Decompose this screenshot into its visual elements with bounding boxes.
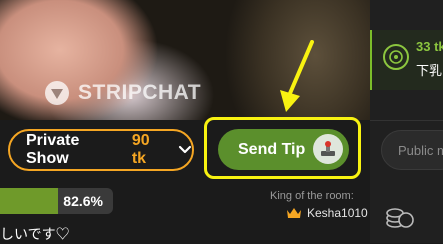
watermark-text: STRIPCHAT: [78, 81, 202, 104]
public-message-input[interactable]: Public m: [381, 130, 443, 170]
target-icon: [383, 44, 409, 70]
send-tip-button[interactable]: Send Tip: [218, 129, 349, 170]
send-tip-label: Send Tip: [238, 140, 306, 158]
chat-message: しいです♡: [0, 226, 70, 242]
stripchat-watermark: STRIPCHAT: [44, 80, 201, 106]
tip-notification: 33 tk 下乳: [370, 30, 443, 90]
tip-menu-icon[interactable]: [313, 134, 343, 164]
private-show-button[interactable]: Private Show 90 tk: [8, 129, 194, 171]
tip-message: 下乳: [416, 63, 443, 78]
private-show-label: Private Show: [26, 132, 80, 167]
king-of-room[interactable]: Kesha1010: [286, 206, 368, 220]
panel-divider: [370, 120, 443, 121]
goal-progress-fill: [0, 188, 58, 214]
goal-progress-percent: 82.6%: [63, 193, 103, 209]
crown-icon: [287, 208, 301, 218]
private-show-price: 90 tk: [131, 132, 150, 167]
annotation-arrow-icon: [280, 40, 314, 112]
tip-amount: 33 tk: [416, 39, 443, 54]
goal-progress-bar: 82.6%: [0, 188, 113, 214]
king-of-room-label: King of the room:: [270, 190, 354, 202]
king-username: Kesha1010: [307, 206, 368, 220]
stripchat-logo-icon: [45, 81, 69, 105]
coins-icon[interactable]: [385, 203, 415, 231]
chevron-down-icon: [178, 145, 192, 154]
